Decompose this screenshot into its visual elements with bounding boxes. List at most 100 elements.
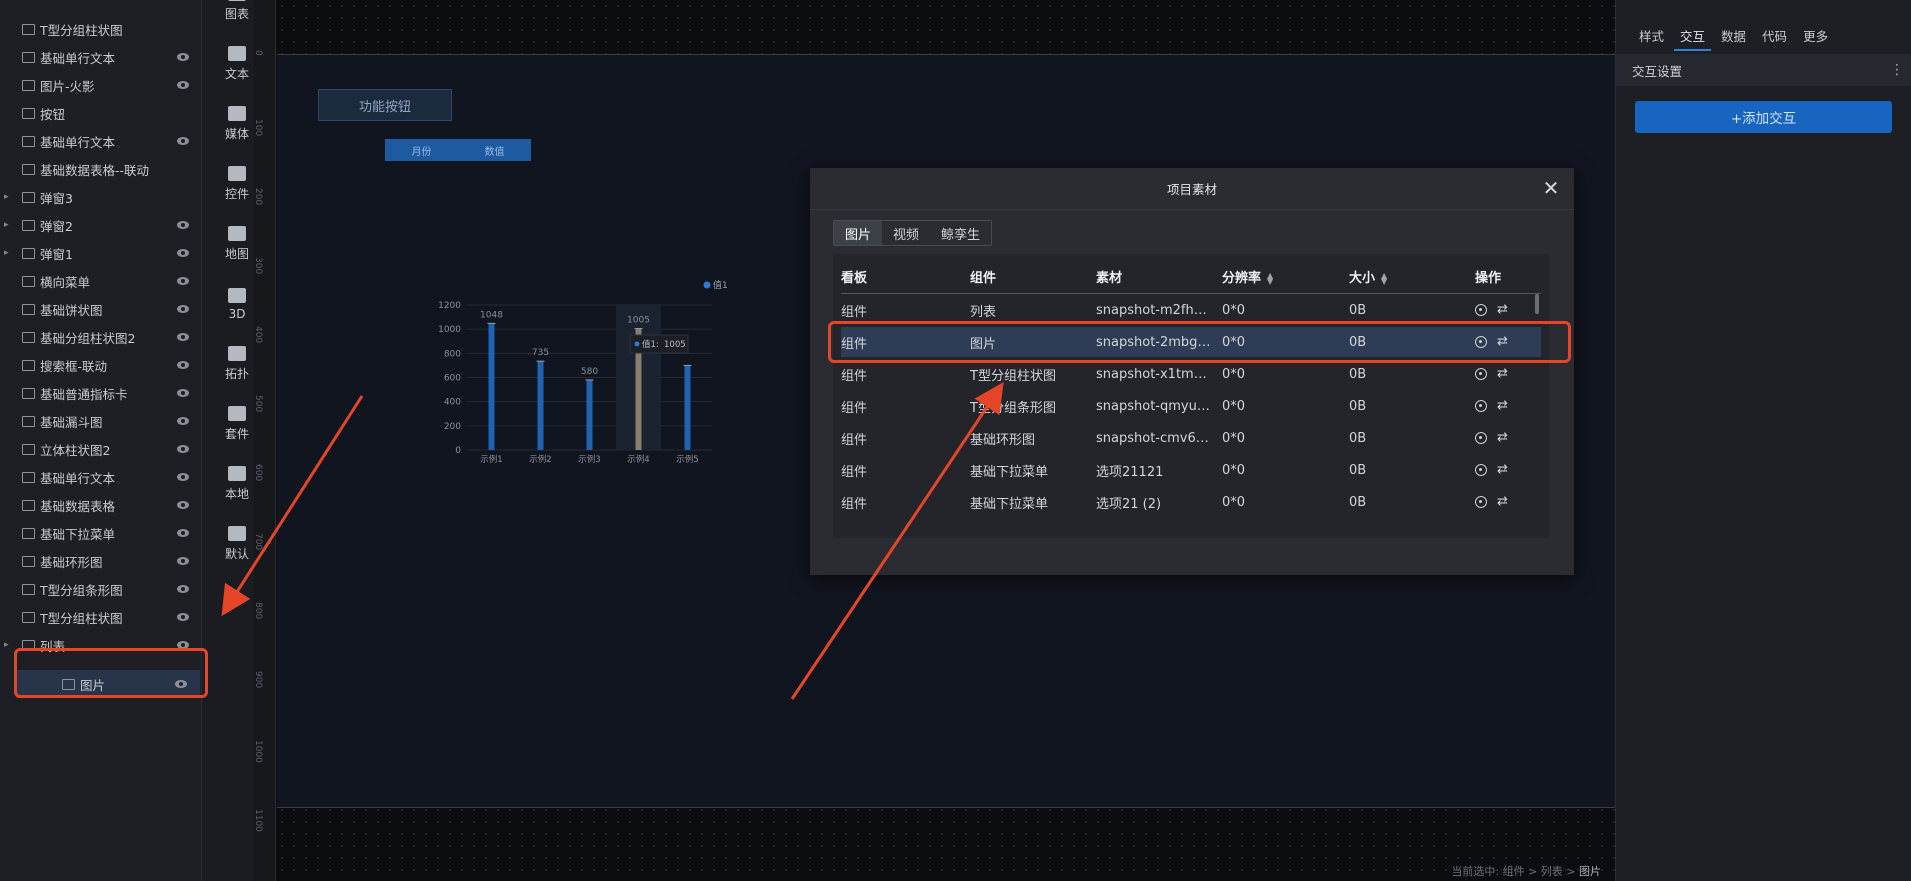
- eye-icon[interactable]: [177, 81, 189, 89]
- section-title: 交互设置: [1632, 63, 1683, 79]
- eye-icon[interactable]: [177, 53, 189, 61]
- layer-item[interactable]: T型分组条形图: [0, 575, 202, 603]
- column-month: 月份: [411, 146, 432, 158]
- caret-right-icon[interactable]: ▸: [4, 248, 16, 258]
- table-row[interactable]: 组件 基础环形图 snapshot-cmv6w... 0*0 0B ⇄: [841, 423, 1541, 453]
- interaction-settings-section[interactable]: 交互设置 ⋮: [1616, 54, 1911, 86]
- property-tab[interactable]: 交互: [1674, 22, 1712, 51]
- table-scrollbar[interactable]: [1535, 294, 1539, 314]
- layer-item[interactable]: 按钮: [0, 99, 202, 127]
- search-box-icon: [22, 359, 35, 371]
- sort-icon[interactable]: ▲ ▼: [1381, 271, 1387, 285]
- layer-item[interactable]: ▸ 弹窗1: [0, 239, 202, 267]
- locate-icon[interactable]: [1475, 464, 1487, 476]
- eye-icon[interactable]: [177, 361, 189, 369]
- table-icon: [22, 163, 35, 175]
- eye-icon[interactable]: [177, 221, 189, 229]
- eye-icon[interactable]: [177, 277, 189, 285]
- replace-icon[interactable]: ⇄: [1497, 463, 1508, 476]
- bar: [488, 323, 495, 450]
- locate-icon[interactable]: [1475, 400, 1487, 412]
- property-tab[interactable]: 样式: [1633, 22, 1670, 51]
- layer-item[interactable]: 基础饼状图: [0, 295, 202, 323]
- eye-icon[interactable]: [177, 249, 189, 257]
- eye-icon[interactable]: [177, 137, 189, 145]
- replace-icon[interactable]: ⇄: [1497, 431, 1508, 444]
- layer-item[interactable]: ▸ 弹窗2: [0, 211, 202, 239]
- eye-icon[interactable]: [177, 417, 189, 425]
- eye-icon[interactable]: [177, 501, 189, 509]
- layer-item[interactable]: 基础单行文本: [0, 463, 202, 491]
- cube-icon: [228, 287, 246, 303]
- rail-label: 图表: [224, 7, 249, 21]
- column-header-resolution[interactable]: 分辨率 ▲ ▼: [1222, 267, 1349, 286]
- vertical-ruler: 0 100 200 300 400 500 600 700 800 900 1000 1100: [253, 0, 276, 881]
- asset-type-tab[interactable]: 鲸孪生: [930, 221, 991, 245]
- column-header-size[interactable]: 大小 ▲ ▼: [1349, 267, 1475, 286]
- layer-item[interactable]: 基础环形图: [0, 547, 202, 575]
- function-button[interactable]: 功能按钮: [318, 89, 452, 121]
- table-row[interactable]: 组件 T型分组柱状图 snapshot-x1tm8p... 0*0 0B ⇄: [841, 359, 1541, 389]
- layer-item[interactable]: T型分组柱状图: [0, 603, 202, 631]
- property-tab[interactable]: 更多: [1797, 22, 1834, 51]
- eye-icon[interactable]: [177, 557, 189, 565]
- caret-right-icon[interactable]: ▸: [4, 220, 16, 230]
- eye-icon[interactable]: [177, 333, 189, 341]
- layer-item[interactable]: ▸ 弹窗3: [0, 183, 202, 211]
- cell-asset: snapshot-cmv6w...: [1096, 430, 1218, 446]
- eye-icon[interactable]: [177, 585, 189, 593]
- eye-icon[interactable]: [177, 389, 189, 397]
- sort-icon[interactable]: ▲ ▼: [1267, 271, 1273, 285]
- eye-icon[interactable]: [177, 529, 189, 537]
- eye-icon[interactable]: [177, 613, 189, 621]
- layer-item[interactable]: 基础数据表格: [0, 491, 202, 519]
- data-label: 735: [532, 348, 549, 358]
- more-icon[interactable]: ⋮: [1890, 62, 1904, 78]
- caret-right-icon[interactable]: ▸: [4, 192, 16, 202]
- layer-item[interactable]: 基础数据表格--联动: [0, 155, 202, 183]
- layer-item[interactable]: T型分组柱状图: [0, 15, 202, 43]
- layer-item[interactable]: 基础单行文本: [0, 127, 202, 155]
- breadcrumb-prefix: 当前选中: 组件 > 列表 >: [1451, 865, 1579, 878]
- table-row[interactable]: 组件 基础下拉菜单 选项21 (2) 0*0 0B ⇄: [841, 487, 1541, 517]
- asset-type-tab[interactable]: 图片: [834, 221, 883, 245]
- table-header: 看板 组件 素材 分辨率 ▲ ▼ 大小 ▲ ▼ 操作: [841, 260, 1541, 294]
- locate-icon[interactable]: [1475, 496, 1487, 508]
- layer-item[interactable]: 图片-火影: [0, 71, 202, 99]
- asset-type-tab[interactable]: 视频: [882, 221, 930, 245]
- layer-label: 基础单行文本: [40, 50, 116, 66]
- layer-item[interactable]: 基础下拉菜单: [0, 519, 202, 547]
- layer-item[interactable]: 基础普通指标卡: [0, 379, 202, 407]
- layer-item[interactable]: 基础分组柱状图2: [0, 323, 202, 351]
- layer-item[interactable]: 横向菜单: [0, 267, 202, 295]
- replace-icon[interactable]: ⇄: [1497, 367, 1508, 380]
- replace-icon[interactable]: ⇄: [1497, 399, 1508, 412]
- close-icon[interactable]: ✕: [1540, 177, 1562, 199]
- rail-label: 媒体: [224, 127, 249, 141]
- locate-icon[interactable]: [1475, 304, 1487, 316]
- layer-item[interactable]: 搜索框-联动: [0, 351, 202, 379]
- ruler-tick: 0: [253, 50, 263, 56]
- locate-icon[interactable]: [1475, 432, 1487, 444]
- bar-chart-icon: [22, 331, 35, 343]
- layer-item[interactable]: 立体柱状图2: [0, 435, 202, 463]
- layer-item[interactable]: 基础单行文本: [0, 43, 202, 71]
- cell-asset: snapshot-qmyuv...: [1096, 398, 1216, 414]
- table-row[interactable]: 组件 基础下拉菜单 选项21121 0*0 0B ⇄: [841, 455, 1541, 485]
- property-tab[interactable]: 代码: [1756, 22, 1793, 51]
- eye-icon[interactable]: [177, 473, 189, 481]
- layer-label: 搜索框-联动: [40, 358, 108, 374]
- eye-icon[interactable]: [177, 445, 189, 453]
- replace-icon[interactable]: ⇄: [1497, 303, 1508, 316]
- tooltip-marker: [634, 341, 640, 347]
- replace-icon[interactable]: ⇄: [1497, 495, 1508, 508]
- table-row[interactable]: 组件 T型分组条形图 snapshot-qmyuv... 0*0 0B ⇄: [841, 391, 1541, 421]
- add-interaction-button[interactable]: +添加交互: [1635, 101, 1892, 133]
- bar-chart[interactable]: 0 200 400 600 800 1000 1200 值1 1048 示例1 735 示例2 580 示…: [412, 275, 732, 535]
- property-tab[interactable]: 数据: [1715, 22, 1752, 51]
- eye-icon[interactable]: [177, 305, 189, 313]
- ruler-tick: 600: [253, 464, 263, 482]
- layer-item[interactable]: 基础漏斗图: [0, 407, 202, 435]
- caret-right-icon[interactable]: ▸: [4, 640, 16, 650]
- locate-icon[interactable]: [1475, 368, 1487, 380]
